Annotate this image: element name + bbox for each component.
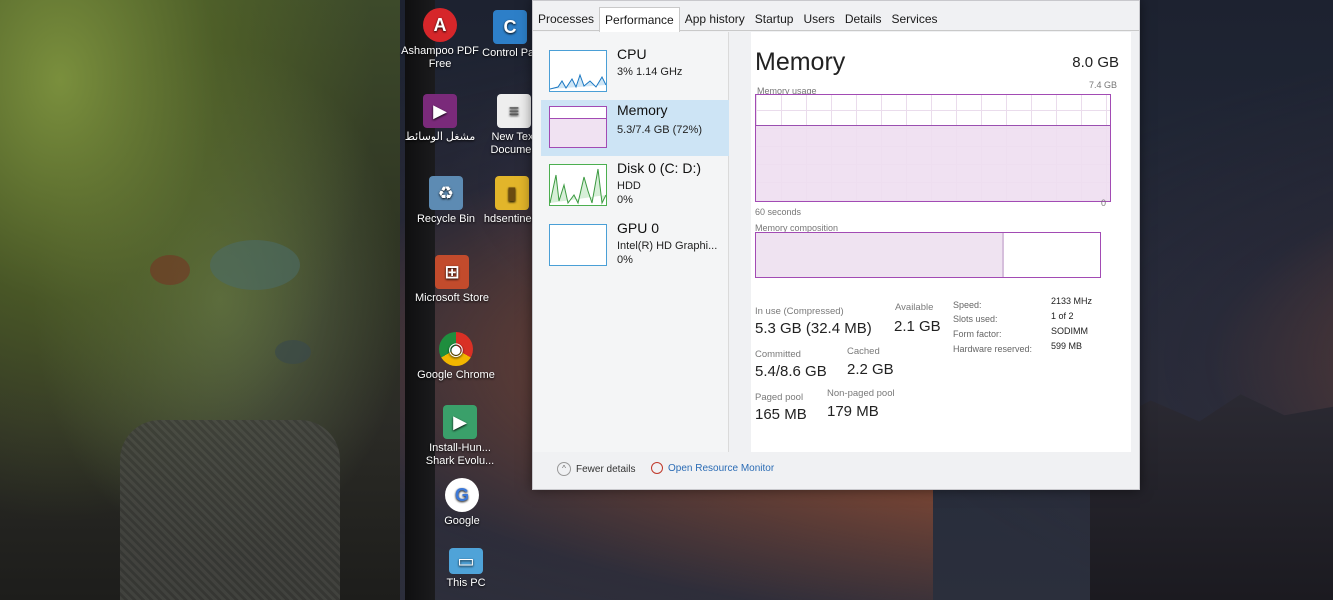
resource-monitor-icon xyxy=(651,462,663,474)
desktop-icon-label: Microsoft Store xyxy=(415,292,489,304)
microsoft-store-icon: ⊞ xyxy=(435,255,469,289)
memory-composition-bar xyxy=(755,232,1101,278)
chevron-up-icon: ^ xyxy=(557,462,571,476)
fabric-background xyxy=(120,420,340,600)
task-manager-window: Processes Performance App history Startu… xyxy=(532,0,1140,490)
sidebar-item-memory[interactable]: Memory 5.3/7.4 GB (72%) xyxy=(541,100,729,156)
graph-time-label: 60 seconds xyxy=(755,207,802,217)
sidebar-item-subtitle: 3% 1.14 GHz xyxy=(617,66,683,78)
tab-performance[interactable]: Performance xyxy=(599,7,680,32)
desktop-icon-label: This PC xyxy=(446,577,486,589)
gpu-thumbnail-graph xyxy=(549,224,607,266)
open-resource-monitor-label: Open Resource Monitor xyxy=(668,462,775,474)
desktop-icon-google-chrome[interactable]: ◉ Google Chrome xyxy=(414,332,498,382)
in-use-label: In use (Compressed) xyxy=(755,306,844,317)
sidebar-item-title: CPU xyxy=(617,46,647,62)
in-use-value: 5.3 GB (32.4 MB) xyxy=(755,320,872,337)
tab-bar: Processes Performance App history Startu… xyxy=(533,7,1139,32)
memory-total: 8.0 GB xyxy=(1072,54,1119,71)
background-dot xyxy=(150,255,190,285)
desktop-icon-label: Install-Hun... Shark Evolu... xyxy=(425,442,495,467)
desktop-icon-label: Recycle Bin xyxy=(416,213,476,225)
tab-app-history[interactable]: App history xyxy=(680,7,750,31)
memory-thumbnail-fill xyxy=(550,118,606,147)
slots-used-value: 1 of 2 xyxy=(1051,311,1074,321)
sidebar-item-subtitle: HDD xyxy=(617,180,641,192)
memory-detail-panel: Memory 8.0 GB Memory usage 7.4 GB 60 sec… xyxy=(751,32,1131,452)
room-background xyxy=(0,0,430,600)
sidebar-item-title: Memory xyxy=(617,102,668,118)
fewer-details-button[interactable]: ^ Fewer details xyxy=(557,462,635,476)
available-value: 2.1 GB xyxy=(894,318,941,335)
desktop-icon-label: Google xyxy=(444,515,480,527)
this-pc-icon: ▭ xyxy=(449,548,483,574)
hardware-reserved-value: 599 MB xyxy=(1051,341,1083,351)
paged-pool-label: Paged pool xyxy=(755,392,804,403)
installer-icon: ▶ xyxy=(443,405,477,439)
tab-details[interactable]: Details xyxy=(840,7,887,31)
memory-modified-segment xyxy=(1002,233,1004,277)
tab-services[interactable]: Services xyxy=(887,7,943,31)
memory-thumbnail-graph xyxy=(549,106,607,148)
sidebar-item-disk[interactable]: Disk 0 (C: D:) HDD 0% xyxy=(541,158,729,214)
hdsentinel-icon: ▮ xyxy=(495,176,529,210)
sidebar-item-usage: 0% xyxy=(617,194,633,206)
sidebar-item-title: Disk 0 (C: D:) xyxy=(617,160,701,176)
resource-list: CPU 3% 1.14 GHz Memory 5.3/7.4 GB (72%) … xyxy=(533,32,729,452)
desktop-icon-label: مشغل الوسائط xyxy=(404,131,476,143)
fewer-details-label: Fewer details xyxy=(576,463,636,475)
speed-label: Speed: xyxy=(953,300,982,310)
slots-used-label: Slots used: xyxy=(953,314,998,324)
form-factor-label: Form factor: xyxy=(953,329,1002,339)
speed-value: 2133 MHz xyxy=(1051,296,1093,306)
sidebar-item-usage: 0% xyxy=(617,254,633,266)
hardware-reserved-label: Hardware reserved: xyxy=(953,344,1033,354)
desktop-icon-label: Control Par xyxy=(482,47,538,59)
available-label: Available xyxy=(895,302,934,313)
text-document-icon: ≡ xyxy=(497,94,531,128)
task-manager-footer: ^ Fewer details Open Resource Monitor xyxy=(533,456,1139,490)
desktop-icon-installer[interactable]: ▶ Install-Hun... Shark Evolu... xyxy=(418,405,502,468)
form-factor-value: SODIMM xyxy=(1051,326,1088,336)
open-resource-monitor-link[interactable]: Open Resource Monitor xyxy=(651,462,774,474)
desktop-icon-media-player[interactable]: ▶ مشغل الوسائط xyxy=(398,94,482,144)
background-dot xyxy=(210,240,300,290)
desktop-icon-label: New Text Documen xyxy=(490,131,538,156)
google-icon: G xyxy=(445,478,479,512)
sidebar-item-title: GPU 0 xyxy=(617,220,660,236)
memory-usage-max: 7.4 GB xyxy=(1088,80,1117,90)
memory-usage-graph xyxy=(755,94,1111,202)
desktop-icon-microsoft-store[interactable]: ⊞ Microsoft Store xyxy=(410,255,494,305)
recycle-bin-icon: ♻ xyxy=(429,176,463,210)
tab-startup[interactable]: Startup xyxy=(750,7,799,31)
disk-thumbnail-graph xyxy=(549,164,607,206)
desktop-icon-this-pc[interactable]: ▭ This PC xyxy=(424,548,508,590)
sidebar-item-gpu[interactable]: GPU 0 Intel(R) HD Graphi... 0% xyxy=(541,218,729,274)
google-chrome-icon: ◉ xyxy=(439,332,473,366)
desktop-icon-label: Google Chrome xyxy=(417,369,495,381)
tab-users[interactable]: Users xyxy=(798,7,839,31)
desktop-icon-google[interactable]: G Google xyxy=(420,478,504,528)
cached-value: 2.2 GB xyxy=(847,361,894,378)
control-panel-icon: C xyxy=(493,10,527,44)
paged-pool-value: 165 MB xyxy=(755,406,807,423)
sidebar-item-cpu[interactable]: CPU 3% 1.14 GHz xyxy=(541,44,729,100)
cpu-thumbnail-graph xyxy=(549,50,607,92)
background-dot xyxy=(275,340,311,364)
memory-usage-fill xyxy=(756,124,1110,201)
non-paged-pool-value: 179 MB xyxy=(827,403,879,420)
sidebar-item-subtitle: Intel(R) HD Graphi... xyxy=(617,240,718,252)
tab-processes[interactable]: Processes xyxy=(533,7,599,31)
committed-label: Committed xyxy=(755,349,801,360)
cached-label: Cached xyxy=(847,346,880,357)
graph-min-label: 0 xyxy=(1101,198,1107,208)
non-paged-pool-label: Non-paged pool xyxy=(827,388,895,399)
sidebar-item-subtitle: 5.3/7.4 GB (72%) xyxy=(617,124,702,136)
committed-value: 5.4/8.6 GB xyxy=(755,363,827,380)
media-player-icon: ▶ xyxy=(423,94,457,128)
memory-in-use-segment xyxy=(756,233,1004,277)
ashampoo-pdf-icon: A xyxy=(423,8,457,42)
memory-title: Memory xyxy=(755,48,846,76)
